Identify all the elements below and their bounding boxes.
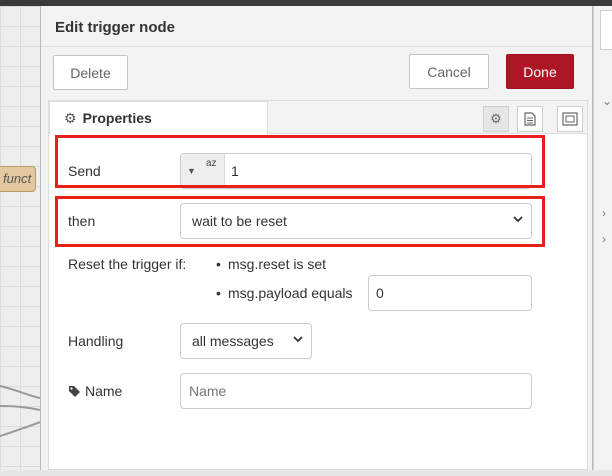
tab-properties[interactable]: ⚙ Properties [49,101,268,135]
name-label: Name [68,383,122,399]
then-select-value: wait to be reset [192,213,287,229]
send-value[interactable]: 1 [231,163,239,179]
flow-workspace[interactable]: funct [0,6,40,470]
done-button[interactable]: Done [506,54,574,89]
handling-label: Handling [68,333,124,349]
string-type-icon: az [206,158,217,169]
sidebar-tab[interactable] [600,10,612,50]
then-select[interactable]: wait to be reset [180,203,532,239]
chevron-right-icon[interactable]: › [602,206,606,220]
dialog-body: ⚙ Properties ⚙ Send ▼ az 1 then wait to … [48,100,588,470]
chevron-right-icon[interactable]: › [602,232,606,246]
send-typed-input[interactable]: ▼ az 1 [180,153,532,189]
send-label: Send [68,163,101,179]
gear-icon: ⚙ [64,110,77,126]
chevron-down-icon[interactable]: ⌄ [602,94,612,108]
name-label-text: Name [85,383,123,399]
description-icon [524,112,536,126]
then-label: then [68,213,96,229]
tab-bar: ⚙ Properties ⚙ [49,101,587,135]
name-input[interactable] [180,373,532,409]
edit-dialog: Edit trigger node Delete Cancel Done ⚙ Pr… [40,6,593,470]
payload-equals-input[interactable]: 0 [368,275,532,311]
reset-option-1: msg.reset is set [228,256,327,272]
handling-select[interactable]: all messages [180,323,312,359]
type-selector-button[interactable]: ▼ az [181,154,225,188]
tab-properties-label: Properties [82,110,152,126]
bullet: • [216,285,221,301]
payload-equals-value: 0 [376,285,384,301]
chevron-down-icon [513,216,523,223]
dialog-title: Edit trigger node [55,19,175,36]
function-node[interactable]: funct [0,166,36,192]
reset-option-2-label: msg.payload equals [228,285,353,301]
dialog-header: Edit trigger node [41,6,592,47]
handling-select-value: all messages [192,333,274,349]
tab-settings[interactable]: ⚙ [483,106,509,132]
bullet: • [216,256,221,272]
cancel-button[interactable]: Cancel [409,54,489,89]
reset-label: Reset the trigger if: [68,256,187,272]
tag-icon [69,386,80,397]
appearance-icon [562,112,578,126]
gear-icon: ⚙ [490,111,502,126]
chevron-down-icon [293,336,303,343]
right-sidebar: ⌄ › › [593,6,612,470]
caret-down-icon: ▼ [187,166,196,176]
wires [0,385,40,437]
tab-description[interactable] [517,106,543,132]
dialog-toolbar: Delete Cancel Done [41,47,592,99]
delete-button[interactable]: Delete [53,55,128,90]
tab-appearance[interactable] [557,106,583,132]
